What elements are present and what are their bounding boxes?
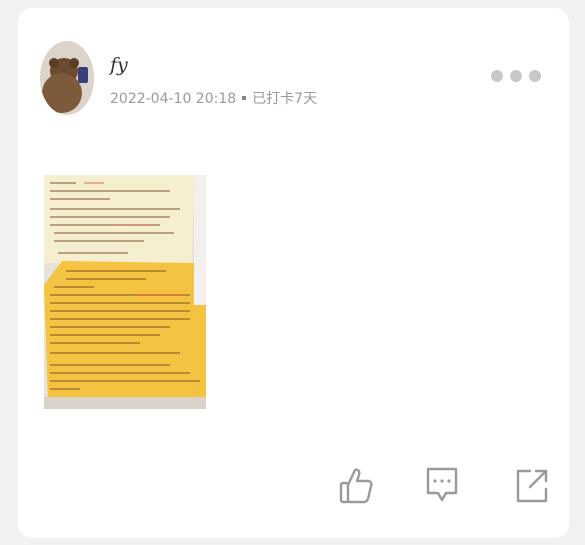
dot — [529, 70, 541, 82]
dot — [491, 70, 503, 82]
thumbs-up-icon[interactable] — [336, 463, 376, 507]
separator-dot — [242, 96, 247, 100]
post-meta: 2022-04-10 20:18 已打卡7天 — [110, 88, 317, 108]
more-dots-icon[interactable] — [491, 70, 541, 82]
action-bar — [18, 463, 569, 509]
dot — [510, 70, 522, 82]
checkin-streak: 已打卡7天 — [252, 91, 318, 107]
avatar[interactable] — [40, 41, 94, 115]
post-timestamp: 2022-04-10 20:18 — [110, 91, 237, 107]
post-photo[interactable] — [44, 175, 206, 409]
comment-bubble-icon[interactable] — [422, 463, 462, 507]
share-icon[interactable] — [512, 463, 552, 507]
username[interactable]: fy — [110, 54, 128, 76]
post-card: fy 2022-04-10 20:18 已打卡7天 — [18, 8, 569, 538]
